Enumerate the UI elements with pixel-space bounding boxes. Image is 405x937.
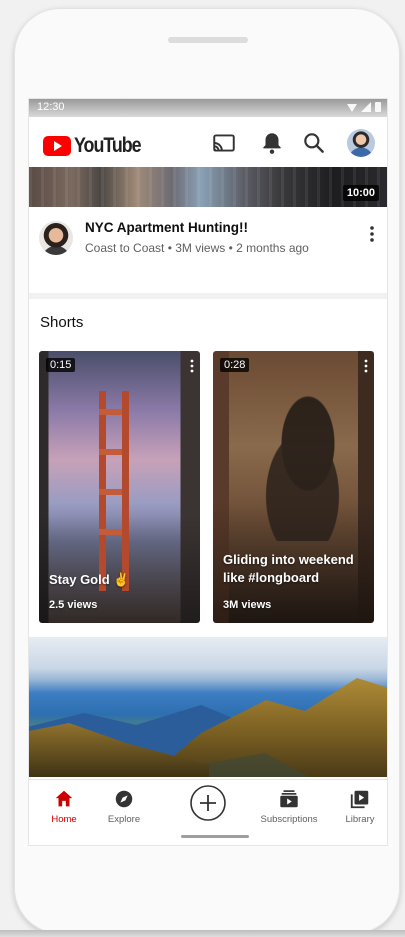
short-views: 2.5 views <box>49 599 98 611</box>
section-divider <box>29 293 387 299</box>
nav-label: Library <box>345 814 375 825</box>
short-thumbnail-art <box>97 391 131 591</box>
home-icon <box>55 790 73 807</box>
nav-item-subscriptions[interactable]: Subscriptions <box>247 788 331 825</box>
wifi-icon <box>347 104 357 112</box>
status-icons <box>347 102 381 112</box>
nav-item-create[interactable] <box>174 783 242 827</box>
battery-icon <box>375 102 381 112</box>
short-title: Stay Gold ✌ <box>49 572 130 587</box>
channel-avatar[interactable] <box>39 221 73 255</box>
subscriptions-icon <box>280 790 298 808</box>
logo-text: YouTube <box>74 134 142 157</box>
top-app-bar: YouTube <box>29 117 387 167</box>
short-more-icon[interactable] <box>364 359 368 373</box>
video-meta: Coast to Coast • 3M views • 2 months ago <box>85 241 309 255</box>
search-icon[interactable] <box>301 130 327 156</box>
video-duration-badge: 10:00 <box>342 185 379 201</box>
library-icon <box>350 790 369 809</box>
short-card-partial[interactable] <box>387 351 388 623</box>
create-icon <box>190 785 226 821</box>
app-screen: 12:30 YouTube 10:00 NYC Apartment Huntin… <box>28 98 388 846</box>
short-title: Gliding into weekend like #longboard <box>223 552 354 585</box>
video-thumbnail[interactable]: 10:00 <box>29 167 387 207</box>
signal-icon <box>361 102 371 112</box>
home-indicator <box>181 835 249 838</box>
youtube-logo[interactable]: YouTube <box>43 134 152 158</box>
cast-icon[interactable] <box>211 130 237 156</box>
status-bar: 12:30 <box>29 99 387 117</box>
nav-item-explore[interactable]: Explore <box>89 788 159 825</box>
short-card[interactable]: 0:15 Stay Gold ✌ 2.5 views <box>39 351 200 623</box>
short-thumbnail-art <box>253 391 363 541</box>
video-title[interactable]: NYC Apartment Hunting!! <box>85 220 248 235</box>
short-views: 3M views <box>223 599 272 611</box>
compass-icon <box>115 790 133 808</box>
short-duration-badge: 0:28 <box>220 358 250 372</box>
nav-label: Home <box>51 814 77 825</box>
notifications-bell-icon[interactable] <box>259 130 285 156</box>
short-duration-badge: 0:15 <box>46 358 76 372</box>
account-avatar[interactable] <box>347 129 375 157</box>
phone-frame: 12:30 YouTube 10:00 NYC Apartment Huntin… <box>14 8 400 934</box>
short-card[interactable]: 0:28 Gliding into weekend like #longboar… <box>213 351 374 623</box>
youtube-play-icon <box>43 136 71 156</box>
shorts-section-title: Shorts <box>40 314 84 331</box>
short-more-icon[interactable] <box>190 359 194 373</box>
nav-item-library[interactable]: Library <box>325 788 387 825</box>
nav-label: Explore <box>107 814 141 825</box>
video-thumbnail[interactable] <box>29 637 387 777</box>
nav-label: Subscriptions <box>260 814 318 825</box>
phone-speaker <box>168 37 248 43</box>
status-time: 12:30 <box>37 101 65 113</box>
more-options-icon[interactable] <box>365 223 379 245</box>
video-info-row[interactable]: NYC Apartment Hunting!! Coast to Coast •… <box>29 207 387 271</box>
page-shadow <box>0 930 405 937</box>
